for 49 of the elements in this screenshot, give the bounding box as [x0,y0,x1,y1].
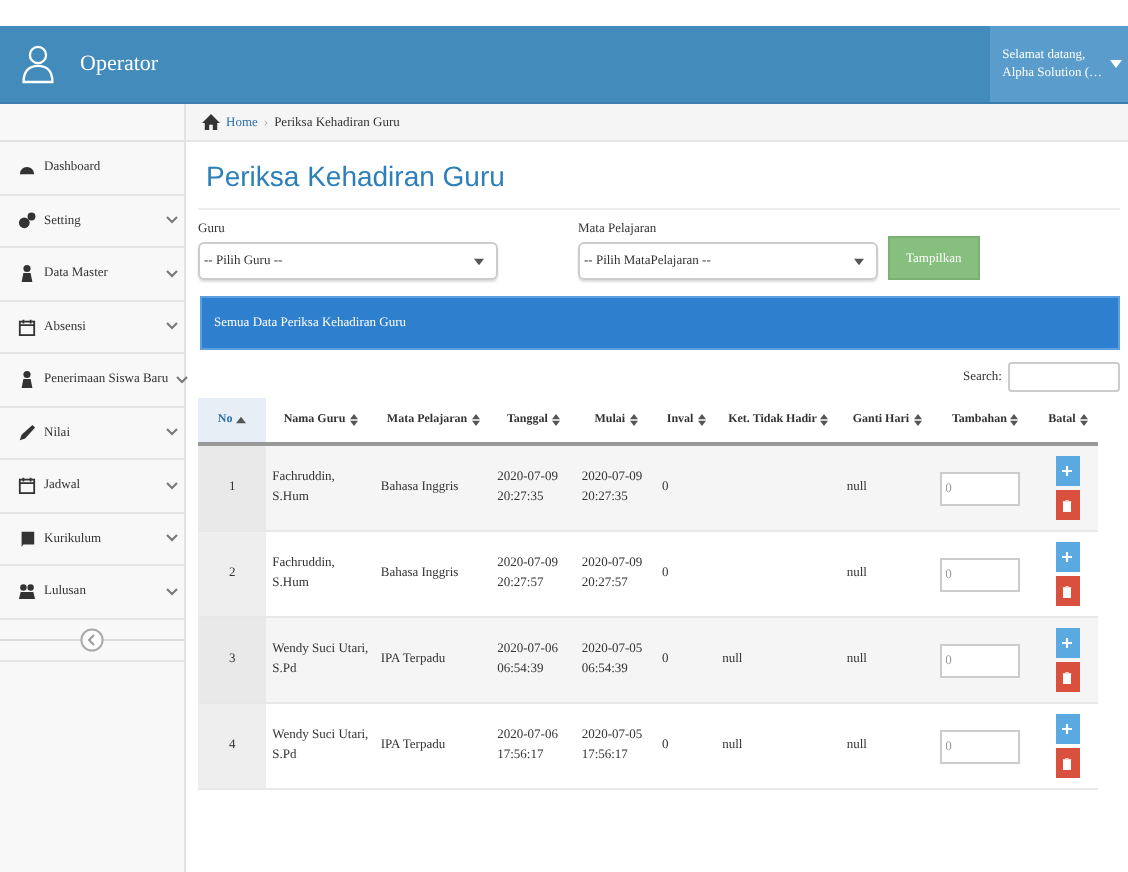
sort-icon [551,414,560,426]
trash-icon [1062,671,1073,683]
sort-icon [629,414,638,426]
plus-icon [1062,466,1073,476]
plus-icon [1062,724,1073,734]
chevron-icon [166,216,178,225]
sort-ascending-icon [236,416,247,424]
sort-icon [913,414,922,426]
caret-icon [854,257,864,265]
caret-icon [474,257,484,265]
home-icon [202,114,220,130]
chevron-icon [166,534,178,543]
sort-icon [697,414,706,426]
chevron-icon [166,269,178,278]
sort-icon [349,414,358,426]
chevron-icon [176,375,189,384]
search-field[interactable] [1008,362,1120,392]
person-icon [18,264,36,283]
delete-button[interactable] [1055,662,1080,692]
chevron-icon [166,587,178,596]
delete-button[interactable] [1055,748,1080,778]
chevron-icon [166,322,178,331]
users-icon [18,582,36,601]
trash-icon [1062,585,1073,597]
trash-icon [1062,499,1073,511]
calendar-icon [18,317,36,336]
plus-icon [1062,638,1073,648]
chevron-icon [166,481,178,490]
person-icon [18,370,36,389]
sort-icon [471,414,480,426]
page-title: Periksa Kehadiran Guru [198,142,1120,210]
add-button[interactable] [1055,456,1080,486]
app-title: Operator [80,52,159,76]
plus-icon [1062,552,1073,562]
sort-icon [1010,414,1019,426]
trash-icon [1062,757,1073,769]
user-icon [20,44,56,84]
pencil-icon [18,423,36,442]
collapse-sidebar-icon[interactable] [80,627,104,651]
add-button[interactable] [1055,542,1080,572]
chevron-icon [166,428,178,437]
caret-icon [1110,60,1122,68]
delete-button[interactable] [1055,490,1080,520]
add-button[interactable] [1055,628,1080,658]
sort-icon [820,414,829,426]
calendar-icon [18,476,36,495]
delete-button[interactable] [1055,576,1080,606]
sort-icon [1079,414,1088,426]
add-button[interactable] [1055,714,1080,744]
